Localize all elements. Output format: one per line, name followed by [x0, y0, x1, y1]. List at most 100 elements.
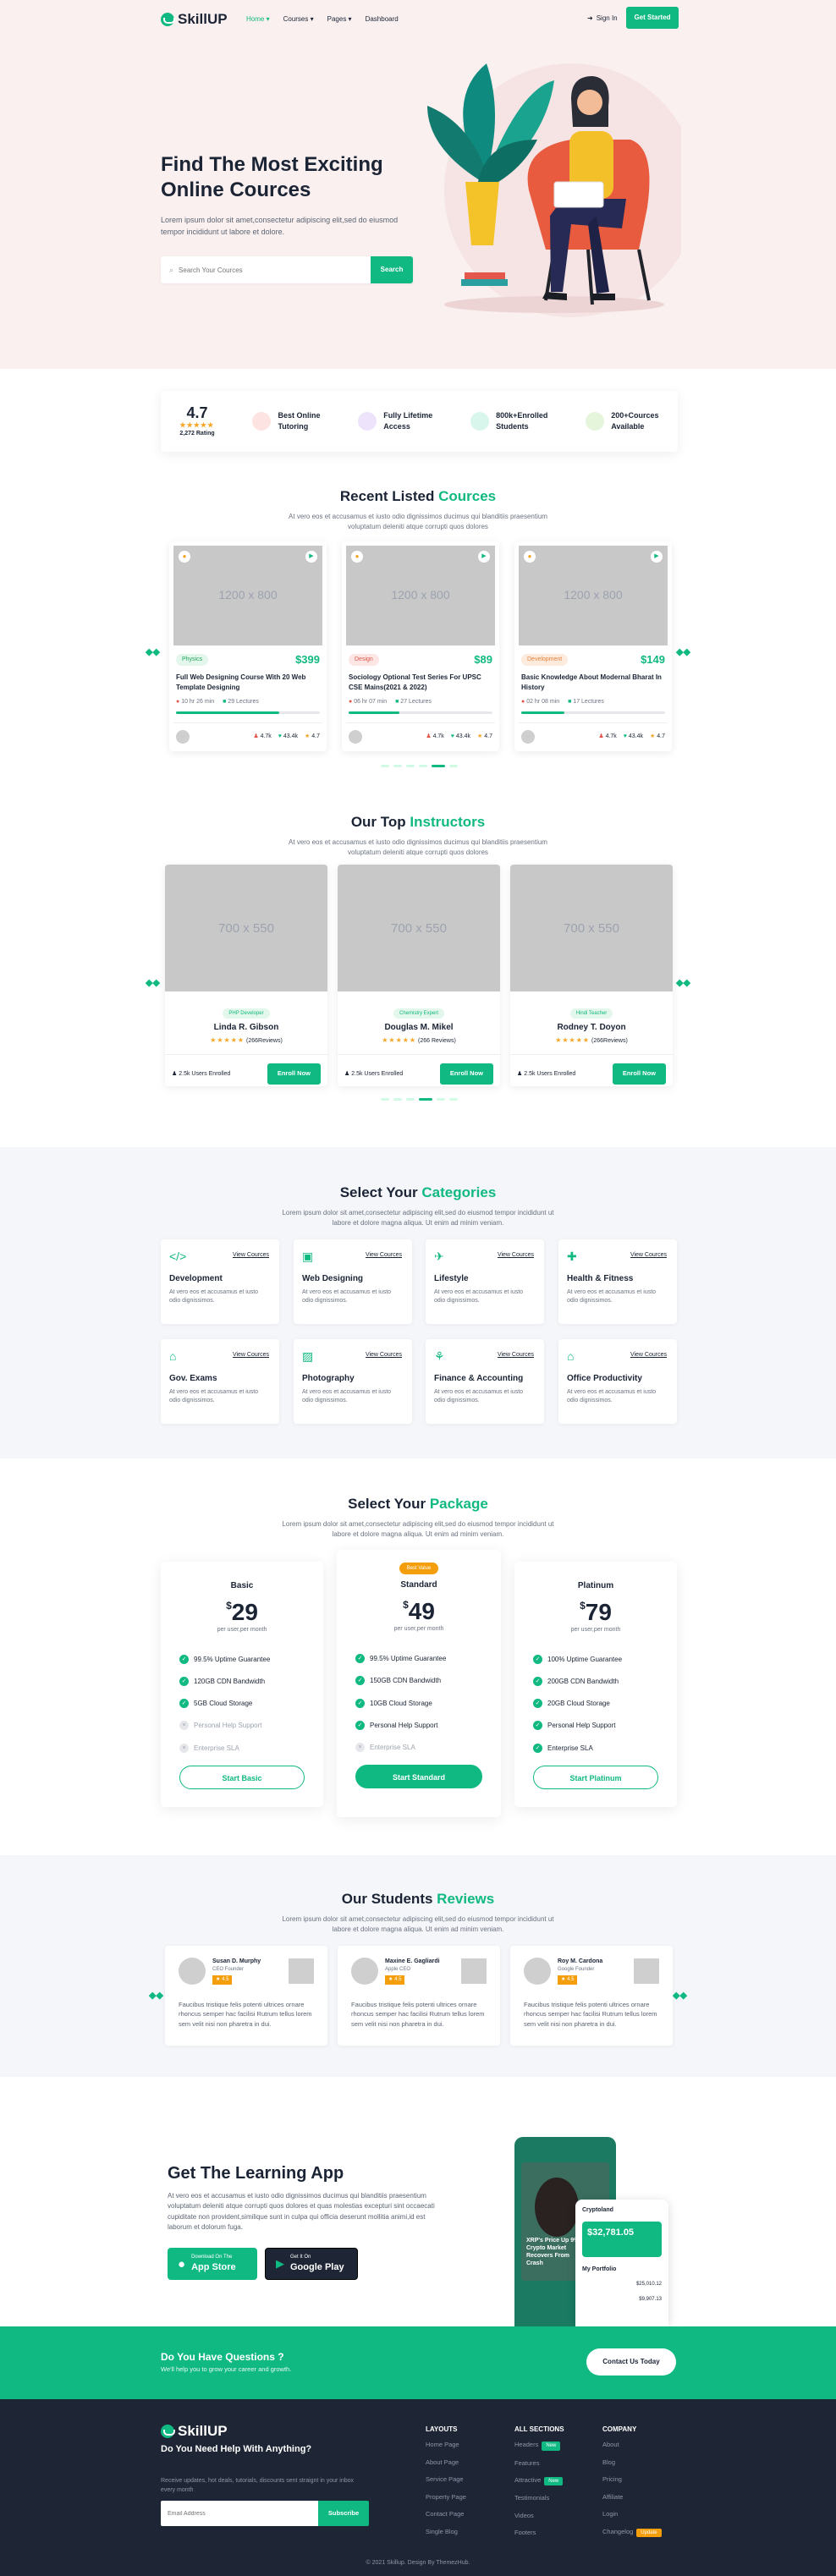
- nav-dashboard[interactable]: Dashboard: [366, 14, 399, 24]
- footer-link[interactable]: Single Blog: [426, 2528, 466, 2537]
- subscribe-button[interactable]: Subscribe: [318, 2501, 369, 2526]
- category-card[interactable]: ⌂ View Cources Office Productivity At ve…: [558, 1339, 677, 1424]
- instructor-name[interactable]: Rodney T. Doyon: [510, 1022, 673, 1034]
- course-title[interactable]: Sociology Optional Test Series For UPSC …: [346, 673, 495, 693]
- search-input[interactable]: [173, 266, 371, 274]
- students-icon: ♟: [253, 733, 259, 740]
- footer-link[interactable]: Videos: [514, 2512, 564, 2521]
- footer-link[interactable]: Features: [514, 2459, 564, 2469]
- avatar: [179, 1958, 206, 1985]
- enroll-button[interactable]: Enroll Now: [439, 1063, 493, 1085]
- view-courses-link[interactable]: View Cources: [498, 1351, 534, 1359]
- footer-link[interactable]: Attractive New: [514, 2476, 564, 2486]
- footer-link[interactable]: Changelog Update: [602, 2528, 662, 2538]
- prev-arrow-icon[interactable]: ◆◆: [146, 646, 160, 659]
- footer-link[interactable]: Contact Page: [426, 2510, 466, 2519]
- footer-link[interactable]: Footers: [514, 2529, 564, 2538]
- view-courses-link[interactable]: View Cources: [498, 1251, 534, 1260]
- avatar[interactable]: [521, 729, 535, 744]
- instructor-card[interactable]: 700 x 550 PHP Developer Linda R. Gibson …: [165, 865, 327, 1086]
- footer-logo[interactable]: SkillUP: [161, 2421, 228, 2441]
- course-category-tag[interactable]: Physics: [176, 654, 209, 666]
- google-play-button[interactable]: ▶ Get It On Google Play: [265, 2248, 358, 2280]
- category-card[interactable]: </> View Cources Development At vero eos…: [161, 1239, 279, 1324]
- stat-item: 800k+Enrolled Students: [470, 410, 547, 431]
- view-courses-link[interactable]: View Cources: [233, 1351, 269, 1359]
- plan-feature: ✓ 99.5% Uptime Guarantee: [179, 1654, 305, 1664]
- play-icon[interactable]: ▶: [651, 551, 663, 563]
- course-card[interactable]: 1200 x 800 ● ▶ Development $149 Basic Kn…: [514, 541, 672, 751]
- course-title[interactable]: Basic Knowledge About Modernal Bharat In…: [519, 673, 668, 693]
- instructors-pagination[interactable]: [381, 1098, 458, 1101]
- play-icon[interactable]: ▶: [305, 551, 317, 563]
- category-card[interactable]: ⚘ View Cources Finance & Accounting At v…: [426, 1339, 544, 1424]
- plan-button[interactable]: Start Platinum: [533, 1765, 658, 1789]
- footer-link[interactable]: Testimonials: [514, 2494, 564, 2503]
- footer-link[interactable]: Home Page: [426, 2441, 466, 2450]
- category-name: Development: [169, 1274, 223, 1283]
- course-card[interactable]: 1200 x 800 ● ▶ Design $89 Sociology Opti…: [342, 541, 499, 751]
- courses-pagination[interactable]: [381, 765, 458, 767]
- category-card[interactable]: ⌂ View Cources Gov. Exams At vero eos et…: [161, 1339, 279, 1424]
- stat-item: Best Online Tutoring: [252, 410, 320, 431]
- footer-link[interactable]: Blog: [602, 2458, 662, 2468]
- footer-link[interactable]: Headers New: [514, 2441, 564, 2451]
- app-store-button[interactable]: ● Download On The App Store: [168, 2248, 257, 2280]
- avatar[interactable]: [176, 729, 190, 744]
- footer-link[interactable]: About: [602, 2441, 662, 2450]
- footer-text: Receive updates, hot deals, tutorials, d…: [161, 2478, 355, 2493]
- clock-icon: ●: [349, 699, 353, 706]
- search-button[interactable]: Search: [371, 256, 413, 283]
- footer-link[interactable]: Service Page: [426, 2475, 466, 2485]
- next-arrow-icon[interactable]: ◆◆: [676, 977, 690, 990]
- play-icon[interactable]: ▶: [478, 551, 490, 563]
- review-card: Roy M. Cardona Google Founder ★ 4.5 Fauci…: [510, 1946, 673, 2046]
- plan-feature: × Enterprise SLA: [179, 1743, 305, 1753]
- instructor-card[interactable]: 700 x 550 Hindi Teacher Rodney T. Doyon …: [510, 865, 673, 1086]
- instructor-name[interactable]: Douglas M. Mikel: [338, 1022, 500, 1034]
- reviews-subtitle: Lorem ipsum dolor sit amet,consectetur a…: [282, 1914, 554, 1934]
- category-card[interactable]: ▨ View Cources Photography At vero eos e…: [294, 1339, 412, 1424]
- next-arrow-icon[interactable]: ◆◆: [676, 646, 690, 659]
- view-courses-link[interactable]: View Cources: [233, 1251, 269, 1260]
- prev-arrow-icon[interactable]: ◆◆: [146, 977, 160, 990]
- logo[interactable]: SkillUP: [161, 9, 228, 30]
- course-category-tag[interactable]: Development: [521, 654, 569, 666]
- category-card[interactable]: ✚ View Cources Health & Fitness At vero …: [558, 1239, 677, 1324]
- footer-link[interactable]: Affiliate: [602, 2493, 662, 2502]
- prev-arrow-icon[interactable]: ◆◆: [149, 1990, 163, 2002]
- plan-button[interactable]: Start Standard: [355, 1765, 482, 1789]
- get-started-button[interactable]: Get Started: [626, 7, 679, 29]
- enroll-button[interactable]: Enroll Now: [612, 1063, 666, 1085]
- avatar[interactable]: [349, 729, 362, 744]
- enroll-button[interactable]: Enroll Now: [267, 1063, 321, 1085]
- view-courses-link[interactable]: View Cources: [366, 1351, 402, 1359]
- instructor-name[interactable]: Linda R. Gibson: [165, 1022, 327, 1034]
- nav-home[interactable]: Home ▾: [246, 14, 270, 24]
- check-icon: ✓: [533, 1677, 542, 1687]
- course-progress-bar: [349, 711, 492, 714]
- instructor-card[interactable]: 700 x 550 Chemistry Expert Douglas M. Mi…: [338, 865, 500, 1086]
- view-courses-link[interactable]: View Cources: [630, 1251, 667, 1260]
- view-courses-link[interactable]: View Cources: [366, 1251, 402, 1260]
- star-icon: ★: [216, 1977, 221, 1983]
- category-card[interactable]: ▣ View Cources Web Designing At vero eos…: [294, 1239, 412, 1324]
- contact-button[interactable]: Contact Us Today: [586, 2348, 676, 2376]
- category-card[interactable]: ✈ View Cources Lifestyle At vero eos et …: [426, 1239, 544, 1324]
- footer-link[interactable]: Login: [602, 2510, 662, 2519]
- footer-link[interactable]: Pricing: [602, 2475, 662, 2485]
- nav-courses[interactable]: Courses ▾: [283, 14, 314, 24]
- category-icon: ⌂: [169, 1349, 177, 1363]
- footer-link[interactable]: Property Page: [426, 2493, 466, 2502]
- view-courses-link[interactable]: View Cources: [630, 1351, 667, 1359]
- course-category-tag[interactable]: Design: [349, 654, 379, 666]
- newsletter-email-input[interactable]: [161, 2501, 318, 2526]
- footer-link[interactable]: About Page: [426, 2458, 466, 2468]
- rating-badge: ★ 4.5: [385, 1975, 405, 1985]
- course-title[interactable]: Full Web Designing Course With 20 Web Te…: [173, 673, 322, 693]
- next-arrow-icon[interactable]: ◆◆: [673, 1990, 687, 2002]
- signin-link[interactable]: ➜ Sign In: [587, 14, 618, 23]
- nav-pages[interactable]: Pages ▾: [327, 14, 352, 24]
- course-card[interactable]: 1200 x 800 ● ▶ Physics $399 Full Web Des…: [169, 541, 327, 751]
- plan-button[interactable]: Start Basic: [179, 1765, 305, 1789]
